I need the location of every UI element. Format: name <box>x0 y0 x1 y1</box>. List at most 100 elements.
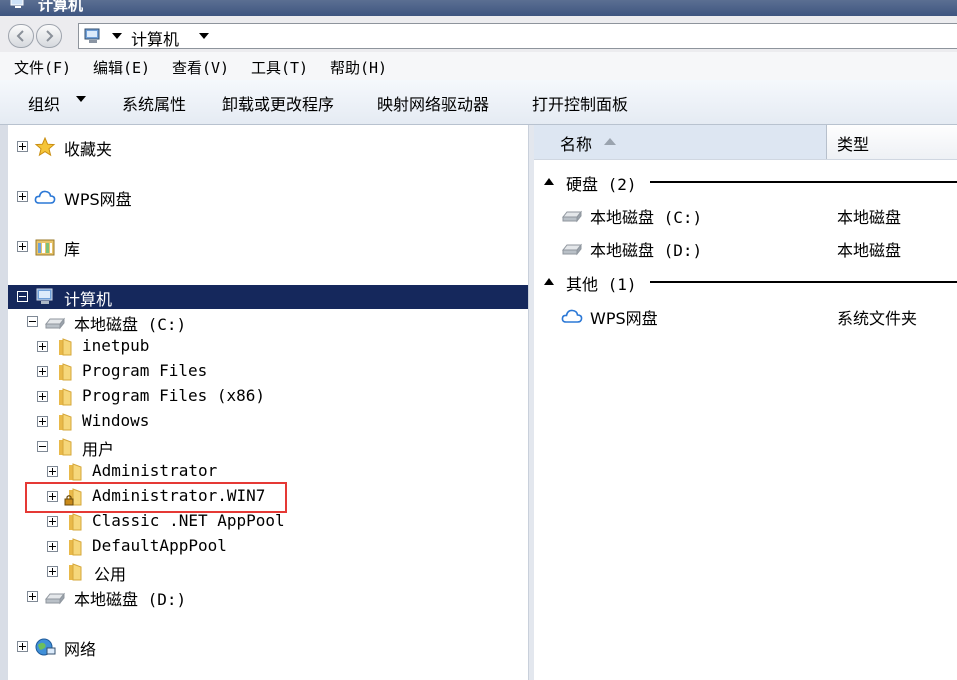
column-type-header[interactable]: 类型 <box>827 125 957 159</box>
address-bar: 计算机 <box>0 16 957 52</box>
collapse-group-icon[interactable] <box>544 177 554 185</box>
expand-icon[interactable] <box>37 416 48 427</box>
nav-label: 本地磁盘 (C:) <box>74 315 187 334</box>
command-bar: 组织 系统属性 卸载或更改程序 映射网络驱动器 打开控制面板 <box>0 80 957 125</box>
content-pane[interactable]: 名称 类型 硬盘 (2) 本地磁盘 (C:) 本地磁盘 本地磁盘 (D:) 本地… <box>534 125 957 680</box>
nav-label: DefaultAppPool <box>92 536 227 555</box>
highlight-annotation <box>25 482 287 513</box>
group-header-hard-drives[interactable]: 硬盘 (2) <box>534 169 957 195</box>
nav-item-folder[interactable]: Windows <box>8 410 528 434</box>
forward-button[interactable] <box>36 24 62 48</box>
nav-item-user-folder[interactable]: Administrator <box>8 460 528 484</box>
hard-drive-icon <box>561 210 583 223</box>
nav-item-wps[interactable]: WPS网盘 <box>8 185 528 209</box>
menu-help[interactable]: 帮助(H) <box>330 57 387 78</box>
map-network-drive-button[interactable]: 映射网络驱动器 <box>377 91 489 115</box>
expand-icon[interactable] <box>27 591 38 602</box>
nav-item-user-folder[interactable]: DefaultAppPool <box>8 535 528 559</box>
list-item-drive-c[interactable]: 本地磁盘 (C:) 本地磁盘 <box>534 200 957 230</box>
column-header: 名称 类型 <box>534 125 957 160</box>
nav-label: Windows <box>82 411 150 430</box>
organize-button[interactable]: 组织 <box>28 91 60 115</box>
expand-icon[interactable] <box>17 241 28 252</box>
folder-icon <box>59 438 72 456</box>
item-type: 本地磁盘 <box>837 241 902 260</box>
expand-icon[interactable] <box>47 566 58 577</box>
group-divider <box>650 181 957 183</box>
library-icon <box>35 239 55 256</box>
menu-file[interactable]: 文件(F) <box>14 57 71 78</box>
collapse-icon[interactable] <box>37 441 48 452</box>
computer-icon <box>10 0 24 8</box>
nav-item-favorites[interactable]: 收藏夹 <box>8 135 528 159</box>
nav-item-network[interactable]: 网络 <box>8 635 528 659</box>
nav-item-users[interactable]: 用户 <box>8 435 528 459</box>
nav-label: Program Files <box>82 361 208 380</box>
computer-icon <box>84 28 100 43</box>
arrow-right-icon <box>46 30 54 42</box>
nav-label: 计算机 <box>64 290 113 309</box>
list-item-wps[interactable]: WPS网盘 系统文件夹 <box>534 301 957 331</box>
chevron-down-icon[interactable] <box>112 33 122 41</box>
expand-icon[interactable] <box>17 191 28 202</box>
folder-icon <box>59 363 72 381</box>
column-type-label: 类型 <box>837 135 870 154</box>
menu-bar: 文件(F) 编辑(E) 查看(V) 工具(T) 帮助(H) <box>0 52 957 80</box>
breadcrumb-computer[interactable]: 计算机 <box>131 26 179 50</box>
folder-icon <box>59 338 72 356</box>
expand-icon[interactable] <box>37 341 48 352</box>
nav-item-folder[interactable]: Program Files <box>8 360 528 384</box>
nav-item-computer[interactable]: 计算机 <box>8 285 528 309</box>
expand-icon[interactable] <box>37 366 48 377</box>
sort-ascending-icon <box>604 138 616 145</box>
expand-icon[interactable] <box>47 466 58 477</box>
column-name-label: 名称 <box>560 135 593 154</box>
cloud-icon <box>34 190 56 204</box>
expand-icon[interactable] <box>47 541 58 552</box>
folder-icon <box>69 538 82 556</box>
item-name: 本地磁盘 (D:) <box>590 241 703 260</box>
nav-item-user-folder[interactable]: 公用 <box>8 560 528 584</box>
nav-item-folder[interactable]: inetpub <box>8 335 528 359</box>
computer-icon <box>36 288 53 304</box>
nav-item-drive-c[interactable]: 本地磁盘 (C:) <box>8 310 528 334</box>
group-header-other[interactable]: 其他 (1) <box>534 269 957 295</box>
system-properties-button[interactable]: 系统属性 <box>122 91 186 115</box>
network-icon <box>35 638 56 656</box>
column-name-header[interactable]: 名称 <box>534 125 827 159</box>
chevron-down-icon[interactable] <box>199 33 209 41</box>
back-button[interactable] <box>8 24 34 48</box>
expand-icon[interactable] <box>47 516 58 527</box>
uninstall-program-button[interactable]: 卸载或更改程序 <box>222 91 334 115</box>
folder-icon <box>69 563 82 581</box>
collapse-icon[interactable] <box>17 291 28 302</box>
folder-icon <box>59 388 72 406</box>
folder-icon <box>69 463 82 481</box>
expand-icon[interactable] <box>17 641 28 652</box>
collapse-group-icon[interactable] <box>544 277 554 285</box>
collapse-icon[interactable] <box>27 316 38 327</box>
nav-item-folder[interactable]: Program Files (x86) <box>8 385 528 409</box>
nav-label: 公用 <box>94 565 127 584</box>
navigation-pane[interactable]: 收藏夹 WPS网盘 库 计算机 本地磁盘 (C:) inetpub Progra… <box>8 125 528 680</box>
nav-item-libraries[interactable]: 库 <box>8 235 528 259</box>
nav-label: inetpub <box>82 336 150 355</box>
group-title: 硬盘 (2) <box>566 175 637 194</box>
nav-label: 本地磁盘 (D:) <box>74 590 187 609</box>
address-box[interactable]: 计算机 <box>78 23 957 49</box>
nav-label: 用户 <box>82 440 115 459</box>
star-icon <box>34 137 56 157</box>
list-item-drive-d[interactable]: 本地磁盘 (D:) 本地磁盘 <box>534 233 957 263</box>
expand-icon[interactable] <box>37 391 48 402</box>
menu-view[interactable]: 查看(V) <box>172 57 229 78</box>
nav-item-drive-d[interactable]: 本地磁盘 (D:) <box>8 585 528 609</box>
item-name: 本地磁盘 (C:) <box>590 208 703 227</box>
nav-label: Administrator <box>92 461 218 480</box>
chevron-down-icon[interactable] <box>76 96 86 104</box>
expand-icon[interactable] <box>17 141 28 152</box>
menu-tools[interactable]: 工具(T) <box>251 57 308 78</box>
menu-edit[interactable]: 编辑(E) <box>93 57 150 78</box>
nav-item-user-folder[interactable]: Classic .NET AppPool <box>8 510 528 534</box>
open-control-panel-button[interactable]: 打开控制面板 <box>532 91 628 115</box>
nav-label: 网络 <box>64 640 97 659</box>
